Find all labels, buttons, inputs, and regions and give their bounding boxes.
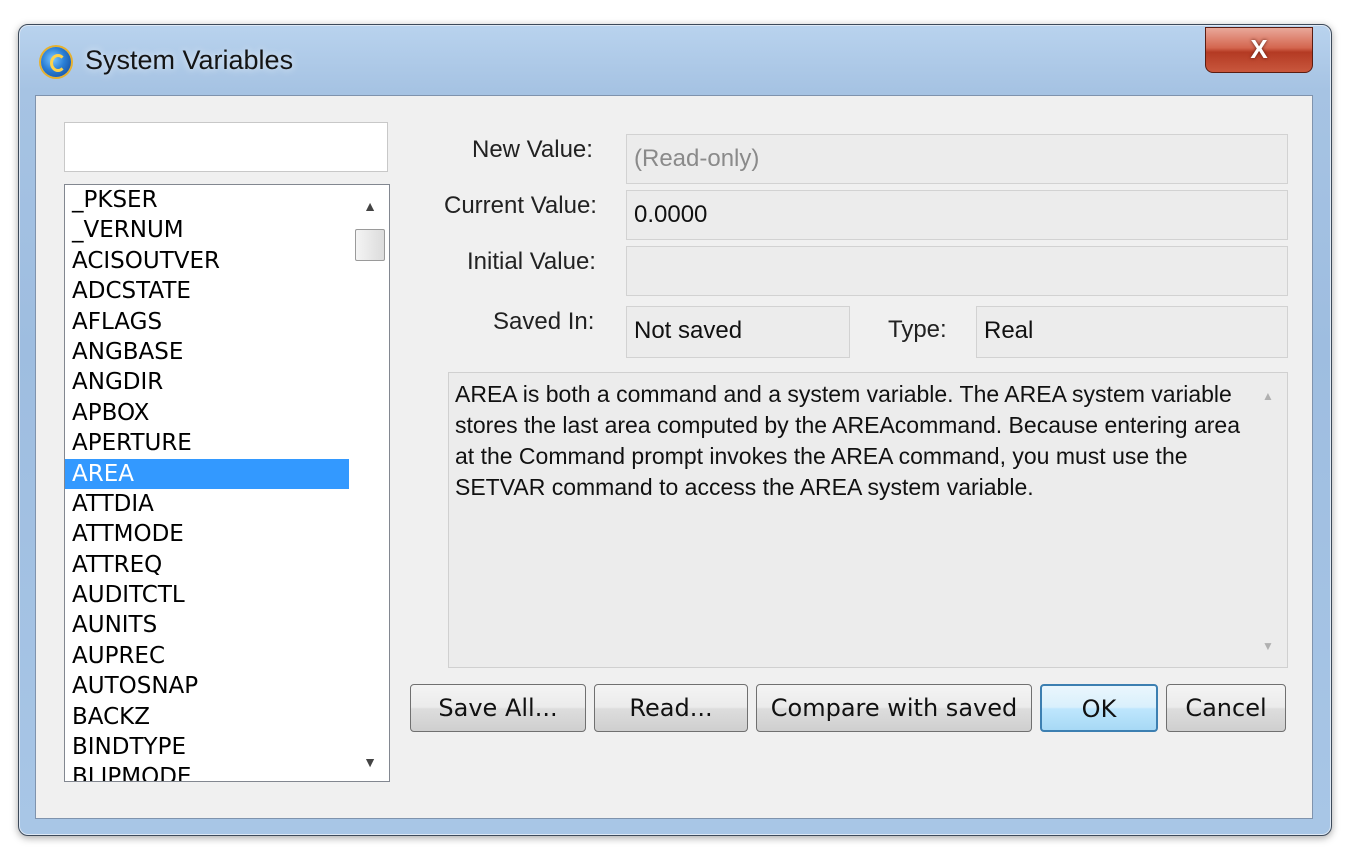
list-item[interactable]: AUPREC <box>65 641 349 671</box>
description-text: AREA is both a command and a system vari… <box>455 381 1240 500</box>
list-item[interactable]: AUTOSNAP <box>65 671 349 701</box>
variable-list[interactable]: _PKSER _VERNUM ACISOUTVER ADCSTATE AFLAGS ANG… <box>64 184 390 782</box>
list-item[interactable]: _PKSER <box>65 185 349 215</box>
type-label: Type: <box>888 316 947 343</box>
scroll-thumb[interactable] <box>355 229 385 261</box>
list-item[interactable]: ATTREQ <box>65 550 349 580</box>
save-all-button[interactable]: Save All... <box>410 684 586 732</box>
app-logo-icon <box>41 47 71 77</box>
ok-button[interactable]: OK <box>1040 684 1158 732</box>
list-item[interactable]: BACKZ <box>65 702 349 732</box>
list-item[interactable]: AUNITS <box>65 610 349 640</box>
list-item[interactable]: BINDTYPE <box>65 732 349 762</box>
list-item[interactable]: ANGBASE <box>65 337 349 367</box>
list-item[interactable]: AREA <box>65 458 349 489</box>
dialog-title: System Variables <box>85 45 294 75</box>
new-value-field[interactable]: (Read-only) <box>626 134 1288 184</box>
list-item[interactable]: APBOX <box>65 398 349 428</box>
variable-list-items: _PKSER _VERNUM ACISOUTVER ADCSTATE AFLAGS ANG… <box>65 185 349 781</box>
description-scroll-down-icon[interactable]: ▼ <box>1255 639 1281 653</box>
compare-with-saved-button[interactable]: Compare with saved <box>756 684 1032 732</box>
type-field: Real <box>976 306 1288 358</box>
description-scroll-up-icon[interactable]: ▲ <box>1255 389 1281 403</box>
list-item[interactable]: BLIPMODE <box>65 762 349 781</box>
description-box[interactable]: AREA is both a command and a system vari… <box>448 372 1288 668</box>
read-button[interactable]: Read... <box>594 684 748 732</box>
scroll-down-arrow-icon[interactable]: ▼ <box>351 747 389 777</box>
initial-value-field <box>626 246 1288 296</box>
cancel-button[interactable]: Cancel <box>1166 684 1286 732</box>
list-item[interactable]: ANGDIR <box>65 367 349 397</box>
saved-in-label: Saved In: <box>493 308 595 335</box>
list-item[interactable]: ADCSTATE <box>65 276 349 306</box>
list-item[interactable]: ATTDIA <box>65 489 349 519</box>
dialog-body: _PKSER _VERNUM ACISOUTVER ADCSTATE AFLAGS ANG… <box>35 95 1313 819</box>
current-value-label: Current Value: <box>444 192 597 219</box>
list-item[interactable]: ACISOUTVER <box>65 246 349 276</box>
initial-value-label: Initial Value: <box>467 248 596 275</box>
search-input[interactable] <box>64 122 388 172</box>
list-item[interactable]: APERTURE <box>65 428 349 458</box>
close-button[interactable]: X <box>1205 27 1313 73</box>
new-value-label: New Value: <box>472 136 593 163</box>
system-variables-dialog: System Variables X _PKSER _VERNUM ACISOUTV… <box>18 24 1332 836</box>
list-item[interactable]: _VERNUM <box>65 215 349 245</box>
list-scrollbar[interactable]: ▲ ▼ <box>351 185 389 781</box>
list-item[interactable]: ATTMODE <box>65 519 349 549</box>
saved-in-field: Not saved <box>626 306 850 358</box>
scroll-up-arrow-icon[interactable]: ▲ <box>351 191 389 221</box>
title-bar[interactable]: System Variables X <box>19 25 1331 95</box>
list-item[interactable]: AFLAGS <box>65 307 349 337</box>
current-value-field: 0.0000 <box>626 190 1288 240</box>
list-item[interactable]: AUDITCTL <box>65 580 349 610</box>
